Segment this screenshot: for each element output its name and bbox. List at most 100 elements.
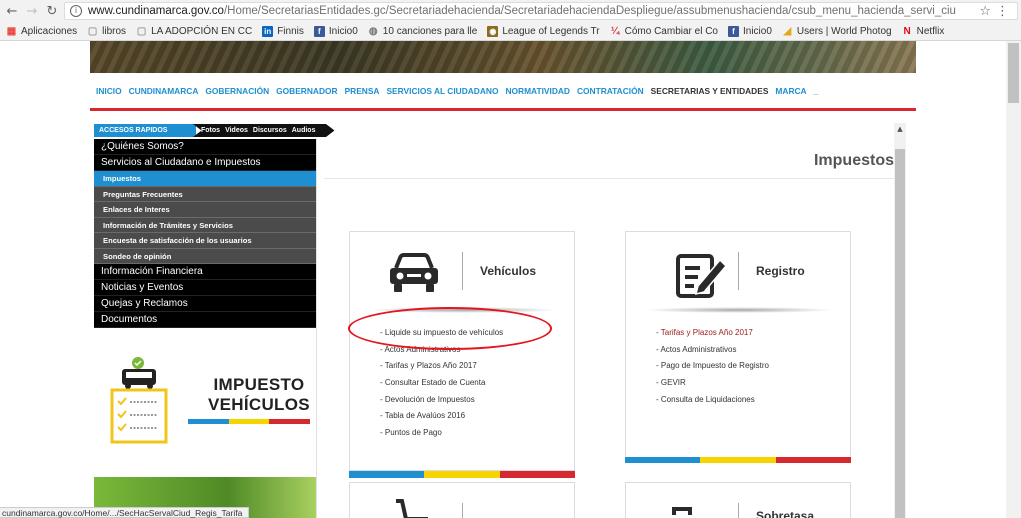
bookmark-item[interactable]: ◢ Users | World Photog bbox=[782, 26, 892, 37]
url-path: /Home/SecretariasEntidades.gc/Secretaria… bbox=[223, 5, 956, 17]
bookmark-item[interactable]: ▦ Aplicaciones bbox=[6, 26, 77, 37]
nav-item[interactable]: PRENSA bbox=[345, 86, 380, 96]
sidemenu-item-info-financiera[interactable]: Información Financiera bbox=[94, 264, 316, 280]
sidemenu-item-documentos[interactable]: Documentos bbox=[94, 312, 316, 328]
address-bar[interactable]: i www.cundinamarca.gov.co/Home/Secretari… bbox=[64, 2, 1018, 20]
bookmark-item[interactable]: ▢ libros bbox=[87, 26, 126, 37]
card-registro-stripe bbox=[625, 457, 851, 463]
card-sobretasa: Sobretasa bbox=[625, 482, 851, 518]
stripe-yellow bbox=[700, 457, 776, 463]
fuel-icon bbox=[672, 507, 692, 515]
sidemenu-subitem-impuestos[interactable]: Impuestos bbox=[94, 171, 316, 187]
bookmark-label: Netflix bbox=[916, 25, 945, 37]
menu-kebab-icon[interactable]: ⋮ bbox=[996, 4, 1009, 19]
link-tarifas-plazos-registro[interactable]: - Tarifas y Plazos Año 2017 bbox=[656, 325, 769, 342]
nav-item[interactable]: CUNDINAMARCA bbox=[129, 86, 199, 96]
link-consulta-liquidaciones[interactable]: - Consulta de Liquidaciones bbox=[656, 392, 769, 409]
inner-scrollbar[interactable]: ▲ bbox=[894, 123, 906, 518]
sidemenu-item-servicios[interactable]: Servicios al Ciudadano e Impuestos bbox=[94, 155, 316, 171]
link-gevir[interactable]: - GEVIR bbox=[656, 375, 769, 392]
bookmark-label: LA ADOPCIÓN EN CC bbox=[151, 25, 253, 37]
edit-document-icon bbox=[656, 250, 728, 302]
status-bar-url: cundinamarca.gov.co/Home/.../SecHacServa… bbox=[0, 507, 250, 518]
sidemenu-item-noticias[interactable]: Noticias y Eventos bbox=[94, 280, 316, 296]
card-vehiculos-stripe bbox=[349, 471, 575, 478]
link-devolucion-impuestos[interactable]: - Devolución de Impuestos bbox=[380, 392, 503, 409]
wiki-icon: ¼ bbox=[610, 25, 620, 37]
bookmark-item[interactable]: N Netflix bbox=[902, 25, 945, 37]
sidemenu-subitem-enlaces[interactable]: Enlaces de Interes bbox=[94, 202, 316, 218]
url-host: www.cundinamarca.gov.co bbox=[88, 5, 224, 17]
bookmark-item[interactable]: f Inicio0 bbox=[313, 25, 358, 37]
link-estado-cuenta[interactable]: - Consultar Estado de Cuenta bbox=[380, 375, 503, 392]
content-divider bbox=[316, 139, 317, 518]
bookmark-label: Inicio0 bbox=[743, 25, 772, 37]
bookmark-label: Cómo Cambiar el Co bbox=[624, 25, 718, 37]
quick-access-link[interactable]: Fotos bbox=[201, 127, 220, 134]
facebook-icon: f bbox=[313, 25, 325, 37]
bookmark-star-icon[interactable]: ☆ bbox=[979, 4, 991, 19]
link-puntos-pago[interactable]: - Puntos de Pago bbox=[380, 425, 503, 442]
linkedin-icon: in bbox=[262, 25, 274, 37]
quick-access-link[interactable]: Discursos bbox=[253, 127, 287, 134]
bookmark-item[interactable]: ¼ Cómo Cambiar el Co bbox=[610, 26, 718, 37]
bookmark-item[interactable]: f Inicio0 bbox=[728, 25, 772, 37]
registro-links: - Tarifas y Plazos Año 2017 - Actos Admi… bbox=[656, 325, 769, 408]
quick-access-bar: ACCESOS RAPIDOS Fotos Videos Discursos Audi… bbox=[94, 124, 335, 137]
page-scrollbar[interactable] bbox=[1006, 41, 1021, 518]
page-title: Impuestos bbox=[813, 152, 894, 169]
back-arrow-icon[interactable]: ← bbox=[4, 4, 20, 19]
scroll-up-arrow-icon[interactable]: ▲ bbox=[894, 125, 906, 133]
sidemenu-subitem-preguntas[interactable]: Preguntas Frecuentes bbox=[94, 186, 316, 202]
quick-access-link[interactable]: Audios bbox=[292, 127, 316, 134]
nav-item[interactable]: _ bbox=[814, 86, 819, 96]
nav-item[interactable]: NORMATIVIDAD bbox=[505, 86, 570, 96]
link-tarifas-plazos[interactable]: - Tarifas y Plazos Año 2017 bbox=[380, 358, 503, 375]
nav-item[interactable]: GOBERNACIÓN bbox=[205, 86, 269, 96]
nav-item[interactable]: INICIO bbox=[96, 86, 122, 96]
page-icon: ▢ bbox=[136, 25, 147, 37]
nav-item[interactable]: GOBERNADOR bbox=[276, 86, 337, 96]
nav-item[interactable]: SERVICIOS AL CIUDADANO bbox=[386, 86, 498, 96]
bookmark-item[interactable]: in Finnis bbox=[262, 25, 304, 37]
title-underline bbox=[324, 178, 894, 179]
reload-icon[interactable]: ↻ bbox=[44, 4, 60, 19]
bookmark-item[interactable]: ◉ League of Legends Tr bbox=[487, 25, 600, 37]
card-vehiculos: Vehículos - Liquide su impuesto de vehíc… bbox=[349, 231, 575, 471]
card-compras-partial bbox=[349, 482, 575, 518]
photo-icon: ◢ bbox=[783, 25, 792, 37]
info-icon[interactable]: i bbox=[70, 5, 82, 17]
sidemenu-subitem-encuesta[interactable]: Encuesta de satisfacción de los usuarios bbox=[94, 233, 316, 249]
sidemenu-subitem-tramites[interactable]: Información de Trámites y Servicios bbox=[94, 217, 316, 233]
netflix-icon: N bbox=[903, 25, 911, 37]
nav-item[interactable]: CONTRATACIÓN bbox=[577, 86, 644, 96]
vehicle-checklist-icon bbox=[110, 357, 168, 444]
bookmark-item[interactable]: ▢ LA ADOPCIÓN EN CC bbox=[136, 26, 252, 37]
bookmark-label: Users | World Photog bbox=[796, 25, 892, 37]
bookmark-label: 10 canciones para lle bbox=[382, 25, 478, 37]
bookmark-label: Finnis bbox=[277, 25, 304, 37]
promo-impuesto-vehiculos[interactable]: IMPUESTO VEHÍCULOS bbox=[94, 345, 316, 455]
sidemenu-subitem-sondeo[interactable]: Sondeo de opinión bbox=[94, 248, 316, 264]
stripe-blue bbox=[349, 471, 425, 478]
sidemenu-item-quejas[interactable]: Quejas y Reclamos bbox=[94, 296, 316, 312]
forward-arrow-icon[interactable]: → bbox=[24, 4, 40, 19]
card-divider bbox=[738, 252, 739, 290]
link-actos-administrativos-registro[interactable]: - Actos Administrativos bbox=[656, 342, 769, 359]
bookmark-item[interactable]: ◍ 10 canciones para lle bbox=[368, 25, 478, 37]
swirl-icon: ◍ bbox=[368, 25, 378, 37]
link-pago-impuesto-registro[interactable]: - Pago de Impuesto de Registro bbox=[656, 358, 769, 375]
page-scroll-thumb[interactable] bbox=[1008, 43, 1019, 103]
link-tabla-avaluos[interactable]: - Tabla de Avalúos 2016 bbox=[380, 408, 503, 425]
main-navigation: INICIO CUNDINAMARCA GOBERNACIÓN GOBERNADOR P… bbox=[90, 73, 916, 111]
card-divider bbox=[738, 503, 739, 518]
quick-access-link[interactable]: Videos bbox=[225, 127, 248, 134]
nav-item[interactable]: MARCA bbox=[775, 86, 806, 96]
sidemenu-item-quienes-somos[interactable]: ¿Quiénes Somos? bbox=[94, 139, 316, 155]
stripe-red bbox=[499, 471, 575, 478]
quick-access-label: ACCESOS RAPIDOS bbox=[94, 124, 196, 137]
nav-item[interactable]: SECRETARIAS Y ENTIDADES bbox=[651, 86, 769, 96]
url-text[interactable]: www.cundinamarca.gov.co/Home/Secretarias… bbox=[88, 5, 968, 17]
browser-toolbar: ← → ↻ i www.cundinamarca.gov.co/Home/Sec… bbox=[0, 0, 1021, 22]
inner-scroll-thumb[interactable] bbox=[895, 149, 905, 518]
